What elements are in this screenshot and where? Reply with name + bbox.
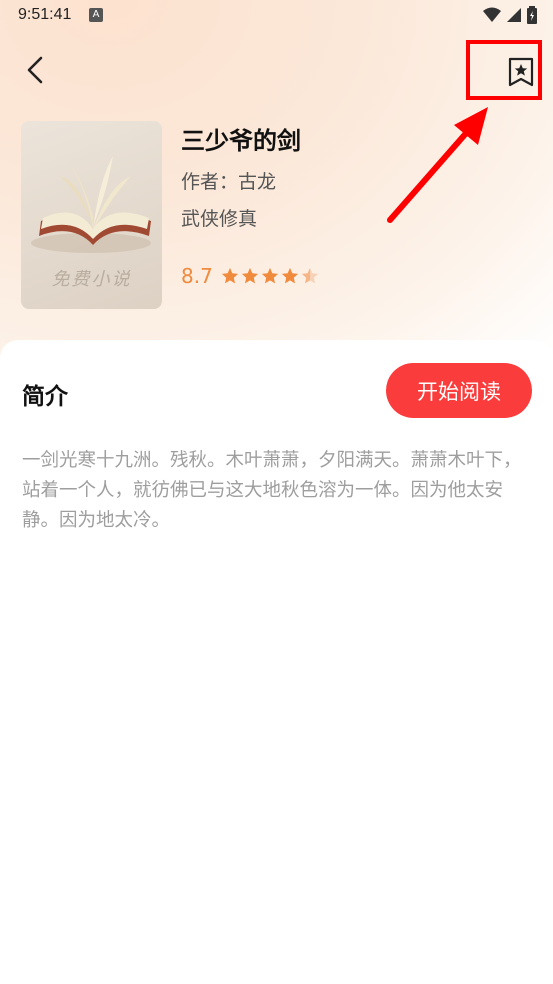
status-bar: 9:51:41 A	[0, 0, 553, 30]
star-icon	[241, 267, 258, 284]
book-author: 作者：古龙	[181, 171, 277, 193]
status-time: 9:51:41	[18, 6, 72, 23]
rating-value: 8.7	[181, 264, 213, 288]
star-icon	[221, 267, 238, 284]
annotation-arrow	[387, 107, 488, 223]
book-genre: 武侠修真	[181, 208, 258, 230]
content-card	[0, 340, 553, 984]
star-icon	[261, 267, 278, 284]
start-reading-button[interactable]: 开始阅读	[386, 363, 532, 418]
intro-text: 一剑光寒十九洲。残秋。木叶萧萧，夕阳满天。萧萧木叶下，站着一个人，就彷佛已与这大…	[22, 450, 522, 531]
battery-icon	[527, 6, 537, 24]
notification-icon: A	[89, 8, 103, 22]
book-title: 三少爷的剑	[181, 127, 301, 155]
wifi-icon	[483, 7, 501, 22]
intro-heading: 简介	[22, 384, 68, 410]
system-icons	[483, 6, 537, 24]
back-button[interactable]	[18, 52, 52, 88]
rating: 8.7	[181, 264, 319, 288]
chevron-left-icon	[27, 56, 43, 84]
star-icon	[281, 267, 298, 284]
book-cover[interactable]: 免费小说	[21, 121, 162, 309]
cover-watermark: 免费小说	[51, 269, 132, 290]
rating-stars	[221, 267, 319, 285]
signal-icon	[507, 8, 521, 22]
annotation-highlight-box	[466, 40, 542, 100]
half-star-icon	[301, 267, 318, 284]
